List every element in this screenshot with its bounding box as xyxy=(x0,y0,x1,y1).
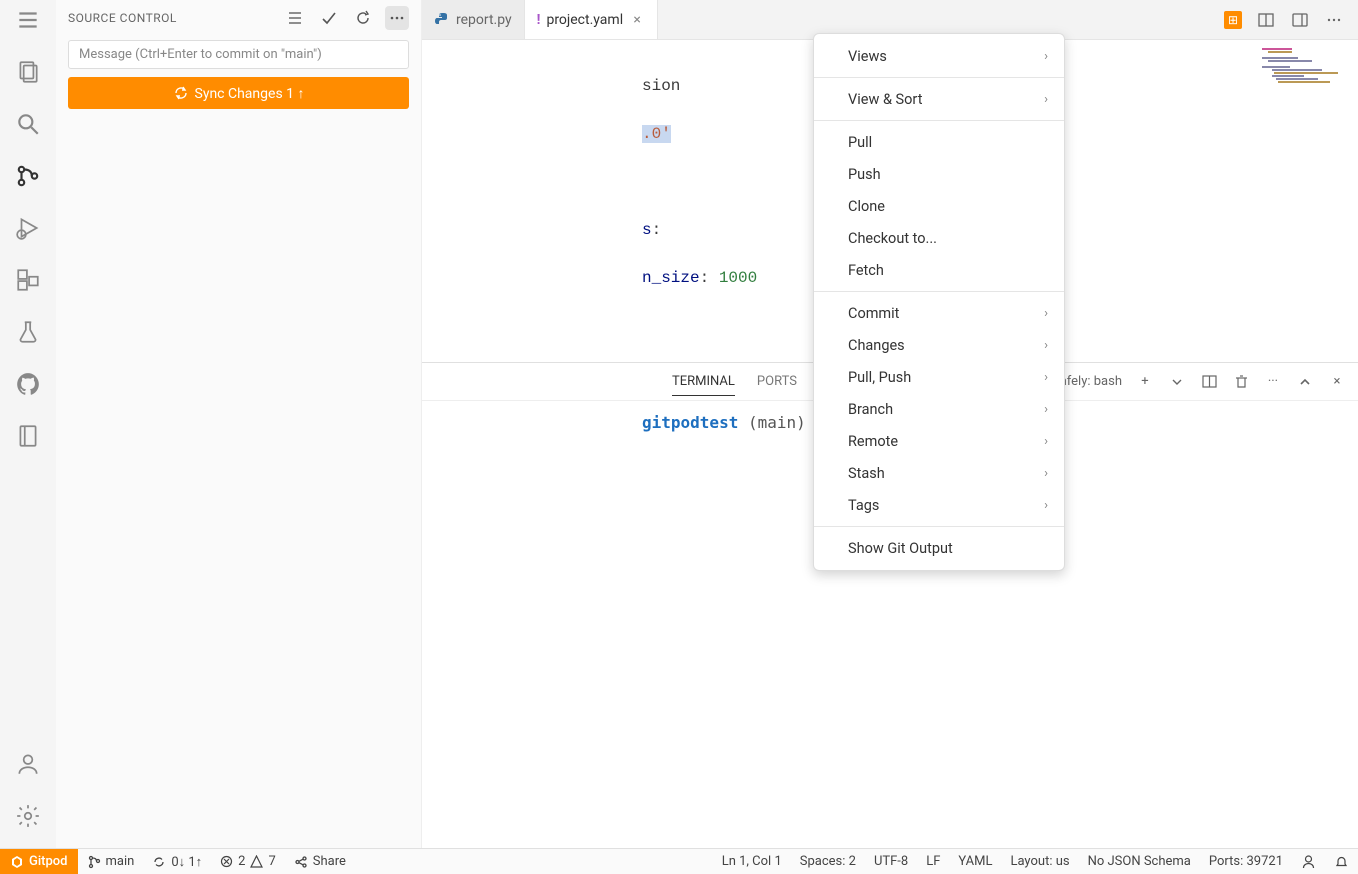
tab-label: report.py xyxy=(456,12,512,28)
new-terminal-icon[interactable]: + xyxy=(1136,373,1154,391)
gear-icon[interactable] xyxy=(14,802,42,830)
chevron-right-icon: › xyxy=(1044,306,1048,321)
status-ports[interactable]: Ports: 39721 xyxy=(1200,854,1292,869)
gitpod-icon xyxy=(10,855,24,869)
panel-more-icon[interactable]: ··· xyxy=(1264,373,1282,391)
view-tree-icon[interactable] xyxy=(283,6,307,30)
search-icon[interactable] xyxy=(14,110,42,138)
sync-label: Sync Changes 1 ↑ xyxy=(195,85,305,102)
chevron-right-icon: › xyxy=(1044,92,1048,107)
gitpod-badge[interactable]: Gitpod xyxy=(0,849,78,874)
chevron-right-icon: › xyxy=(1044,466,1048,481)
chevron-right-icon: › xyxy=(1044,370,1048,385)
chevron-right-icon: › xyxy=(1044,498,1048,513)
tab-project[interactable]: ! project.yaml × xyxy=(525,0,658,39)
commit-check-icon[interactable] xyxy=(317,6,341,30)
menu-view-sort[interactable]: View & Sort› xyxy=(814,83,1064,115)
terminal-tab[interactable]: TERMINAL xyxy=(672,368,735,396)
status-language[interactable]: YAML xyxy=(949,854,1001,869)
close-panel-icon[interactable]: × xyxy=(1328,373,1346,391)
menu-show-git-output[interactable]: Show Git Output xyxy=(814,532,1064,564)
source-control-icon[interactable] xyxy=(14,162,42,190)
data-table-icon[interactable]: ⊞ xyxy=(1224,11,1242,29)
warning-icon xyxy=(250,855,263,868)
menu-fetch[interactable]: Fetch xyxy=(814,254,1064,286)
python-icon xyxy=(434,12,450,28)
activity-bar xyxy=(0,0,56,848)
menu-remote[interactable]: Remote› xyxy=(814,425,1064,457)
status-schema[interactable]: No JSON Schema xyxy=(1079,854,1200,869)
menu-tags[interactable]: Tags› xyxy=(814,489,1064,521)
status-cursor[interactable]: Ln 1, Col 1 xyxy=(713,854,791,869)
menu-changes[interactable]: Changes› xyxy=(814,329,1064,361)
sync-icon xyxy=(152,855,166,869)
status-sync[interactable]: 0↓ 1↑ xyxy=(143,854,211,870)
ports-tab[interactable]: PORTS xyxy=(757,368,797,395)
split-icon[interactable] xyxy=(1256,10,1276,30)
trash-icon[interactable] xyxy=(1232,373,1250,391)
menu-pull[interactable]: Pull xyxy=(814,126,1064,158)
chevron-right-icon: › xyxy=(1044,49,1048,64)
status-eol[interactable]: LF xyxy=(917,854,949,869)
menu-commit[interactable]: Commit› xyxy=(814,297,1064,329)
chevron-up-icon[interactable] xyxy=(1296,373,1314,391)
menu-views[interactable]: Views› xyxy=(814,40,1064,72)
tab-label: project.yaml xyxy=(546,12,623,28)
beaker-icon[interactable] xyxy=(14,318,42,346)
scm-context-menu: Views› View & Sort› Pull Push Clone Chec… xyxy=(813,33,1065,571)
status-layout[interactable]: Layout: us xyxy=(1001,854,1078,869)
tab-more-icon[interactable] xyxy=(1324,10,1344,30)
more-actions-icon[interactable] xyxy=(385,6,409,30)
yaml-icon: ! xyxy=(537,12,541,28)
menu-stash[interactable]: Stash› xyxy=(814,457,1064,489)
chevron-right-icon: › xyxy=(1044,338,1048,353)
chevron-right-icon: › xyxy=(1044,402,1048,417)
share-icon xyxy=(294,855,308,869)
debug-icon[interactable] xyxy=(14,214,42,242)
status-bell-icon[interactable] xyxy=(1325,854,1358,869)
status-feedback-icon[interactable] xyxy=(1292,854,1325,869)
status-problems[interactable]: 2 7 xyxy=(211,854,285,869)
extensions-icon[interactable] xyxy=(14,266,42,294)
commit-message-input[interactable]: Message (Ctrl+Enter to commit on "main") xyxy=(68,40,409,69)
menu-pull-push[interactable]: Pull, Push› xyxy=(814,361,1064,393)
status-share[interactable]: Share xyxy=(285,854,355,869)
tab-report[interactable]: report.py xyxy=(422,0,525,39)
sidebar-title: SOURCE CONTROL xyxy=(68,11,177,25)
status-encoding[interactable]: UTF-8 xyxy=(865,854,917,869)
error-icon xyxy=(220,855,233,868)
github-icon[interactable] xyxy=(14,370,42,398)
layout-icon[interactable] xyxy=(1290,10,1310,30)
split-terminal-icon[interactable] xyxy=(1200,373,1218,391)
branch-icon xyxy=(87,855,101,869)
chevron-right-icon: › xyxy=(1044,434,1048,449)
account-icon[interactable] xyxy=(14,750,42,778)
menu-branch[interactable]: Branch› xyxy=(814,393,1064,425)
terminal-dropdown-icon[interactable] xyxy=(1168,373,1186,391)
explorer-icon[interactable] xyxy=(14,58,42,86)
menu-checkout[interactable]: Checkout to... xyxy=(814,222,1064,254)
status-branch[interactable]: main xyxy=(78,854,144,869)
menu-clone[interactable]: Clone xyxy=(814,190,1064,222)
close-tab-icon[interactable]: × xyxy=(629,12,645,28)
status-spaces[interactable]: Spaces: 2 xyxy=(791,854,865,869)
docs-icon[interactable] xyxy=(14,422,42,450)
menu-push[interactable]: Push xyxy=(814,158,1064,190)
refresh-icon[interactable] xyxy=(351,6,375,30)
sync-changes-button[interactable]: Sync Changes 1 ↑ xyxy=(68,77,409,109)
menu-icon[interactable] xyxy=(14,6,42,34)
